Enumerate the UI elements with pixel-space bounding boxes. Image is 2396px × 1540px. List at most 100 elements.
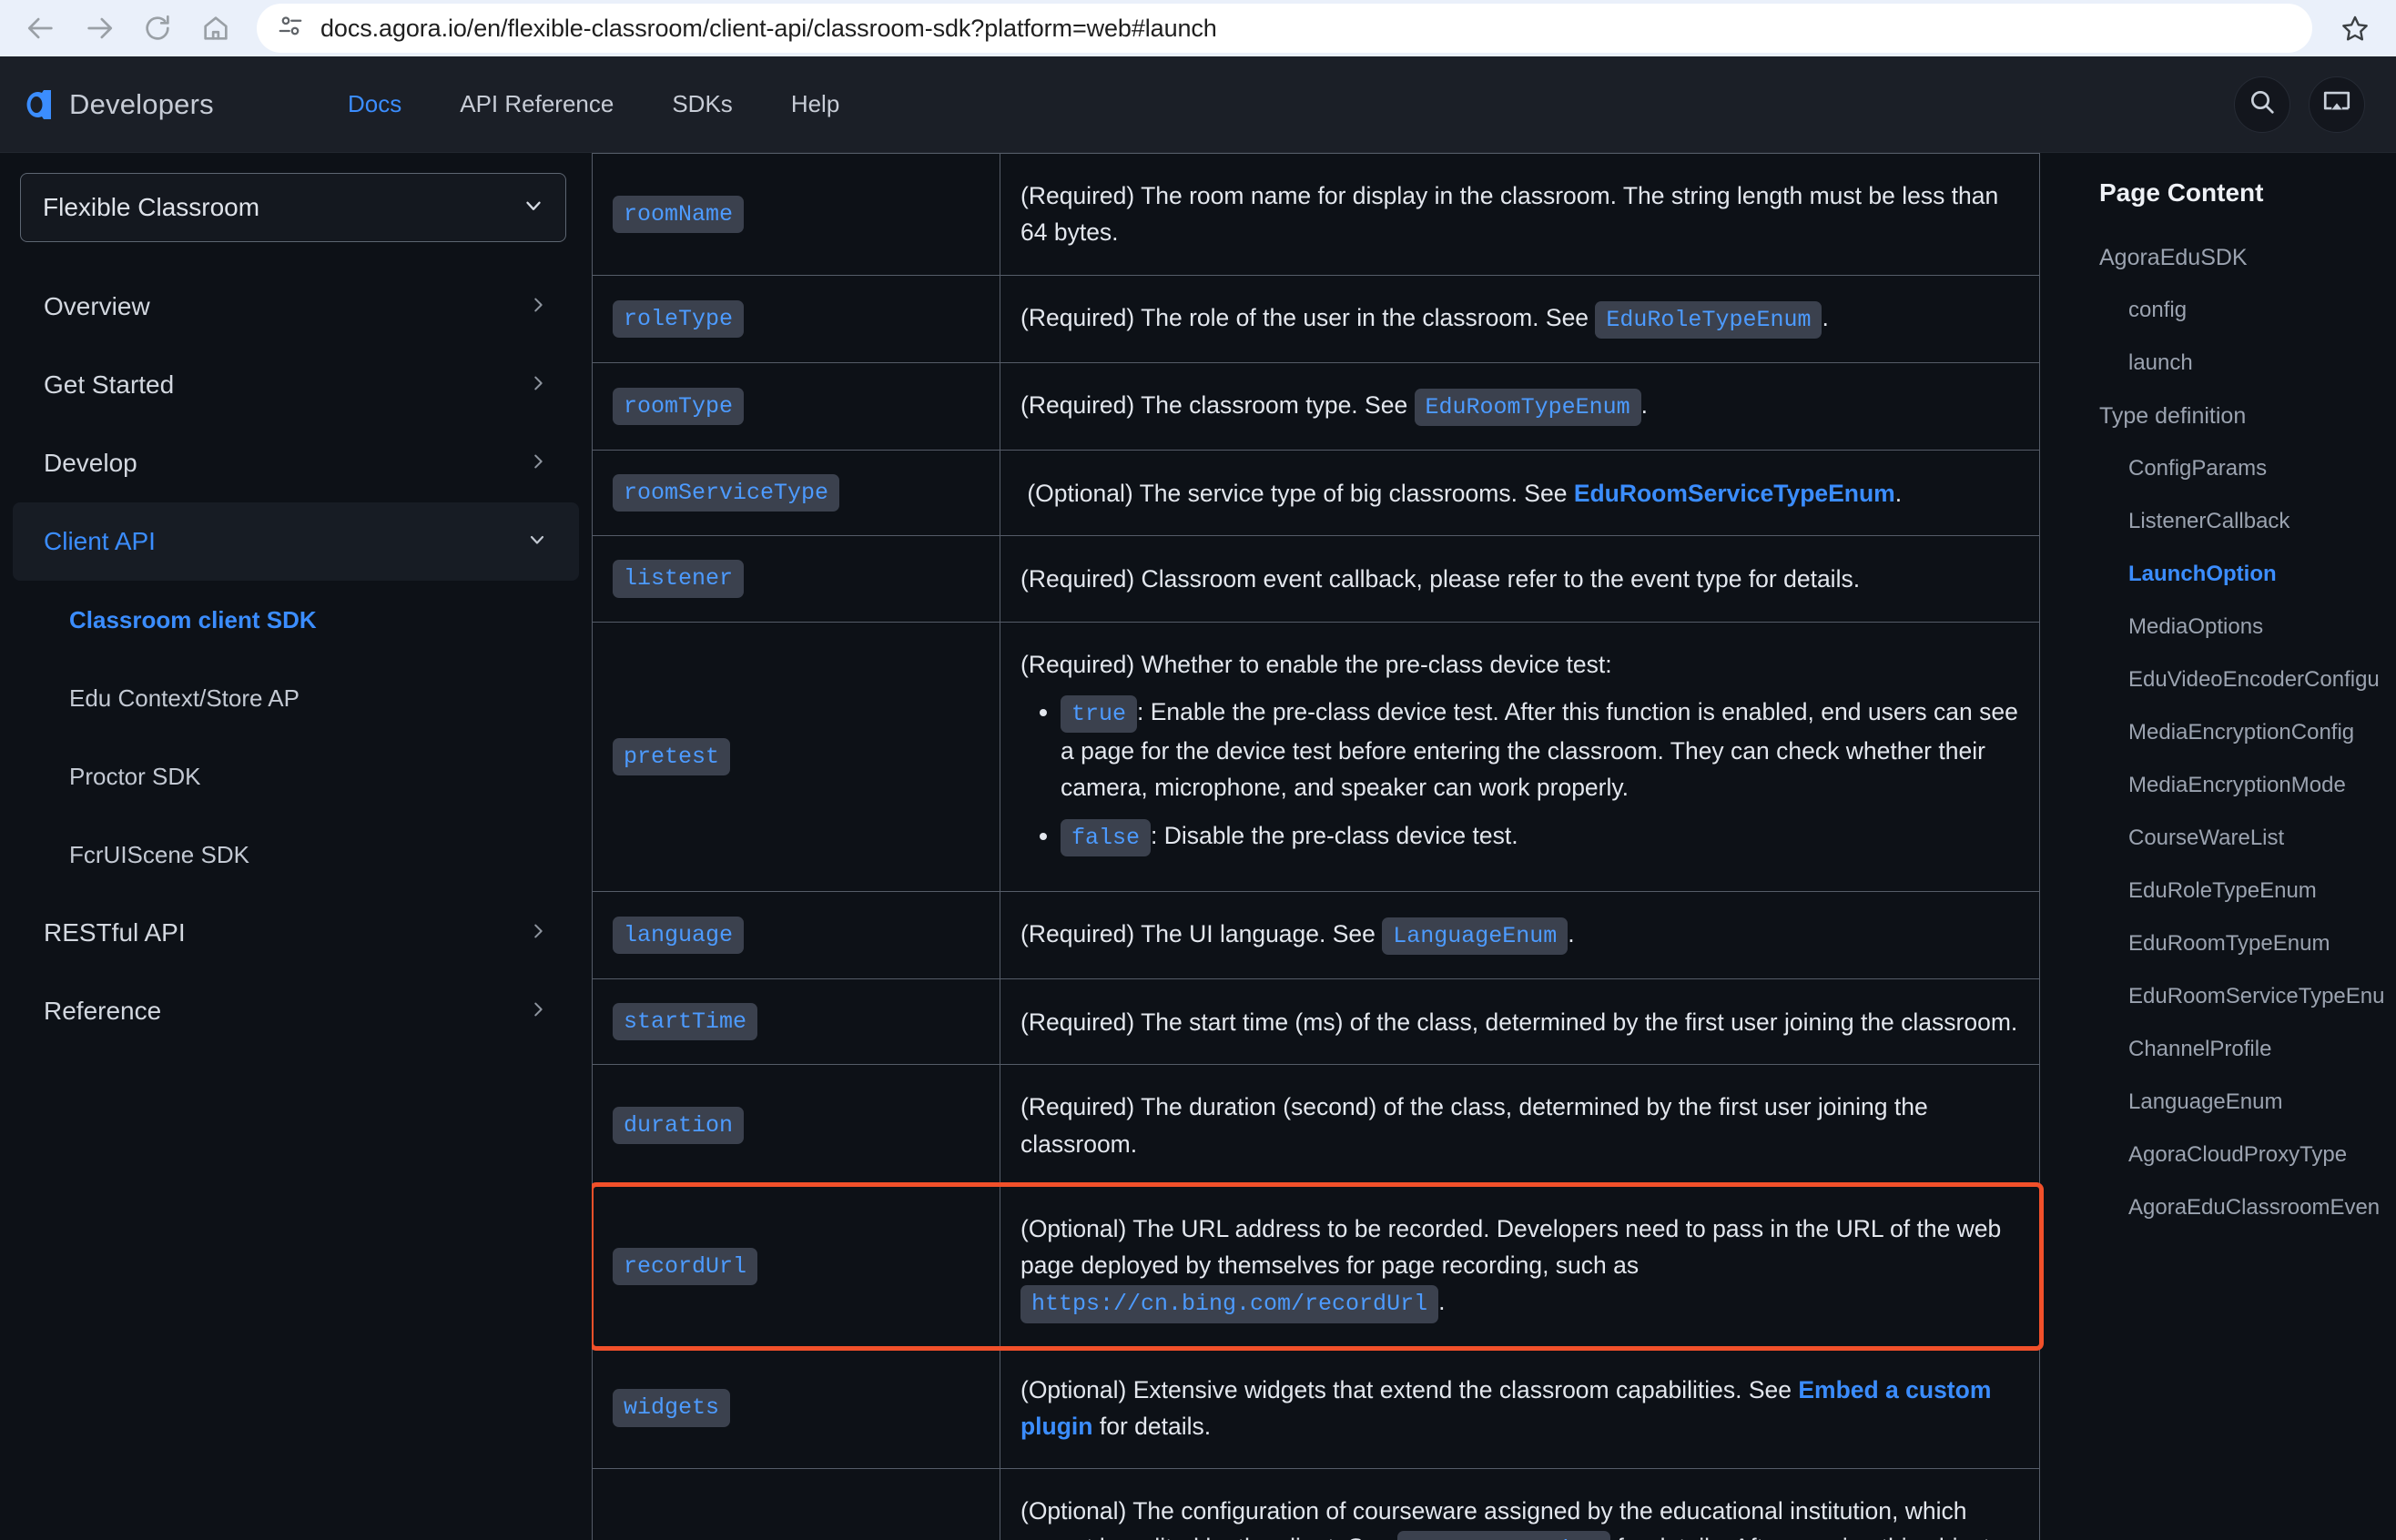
chevron-right-icon: [528, 295, 548, 319]
param-description-cell: (Required) The room name for display in …: [1000, 153, 2040, 276]
sidebar-item-get-started[interactable]: Get Started: [13, 346, 579, 424]
toc-item-label: MediaEncryptionMode: [2128, 773, 2346, 797]
param-description-text: (Required) The UI language. See Language…: [1020, 916, 2019, 956]
site-header: Developers Docs API Reference SDKs Help: [0, 56, 2396, 153]
site-info-icon[interactable]: [277, 13, 304, 45]
inline-code-chip: https://cn.bing.com/recordUrl: [1020, 1285, 1439, 1323]
chevron-down-icon: [522, 194, 545, 222]
inline-link[interactable]: EduRoomServiceTypeEnum: [1574, 480, 1895, 507]
bookmark-star-icon[interactable]: [2330, 4, 2380, 53]
param-name-cell: courseWareList: [592, 1468, 1000, 1540]
main-content: roomName (Required) The room name for dis…: [592, 153, 2076, 1540]
param-description-cell: (Required) Whether to enable the pre-cla…: [1000, 621, 2040, 892]
launch-option-params-table: roomName (Required) The room name for dis…: [592, 153, 2040, 1540]
chevron-right-icon: [528, 999, 548, 1024]
toc-item-type-definition[interactable]: Type definition: [2099, 390, 2396, 442]
page-body: Flexible Classroom Overview Get Started …: [0, 153, 2396, 1540]
toc-item-eduvideoencoderconfigu[interactable]: EduVideoEncoderConfigu: [2099, 653, 2396, 706]
param-name-chip: recordUrl: [613, 1248, 758, 1286]
param-name-cell: pretest: [592, 621, 1000, 892]
param-name-cell: recordUrl: [592, 1185, 1000, 1348]
param-description-text: (Required) The duration (second) of the …: [1020, 1093, 1928, 1158]
brand[interactable]: Developers: [20, 86, 348, 123]
sidebar-item-reference[interactable]: Reference: [13, 972, 579, 1050]
forward-icon[interactable]: [75, 4, 124, 53]
toc-item-agoraedusdk[interactable]: AgoraEduSDK: [2099, 231, 2396, 284]
toc-item-label: EduRoomServiceTypeEnu: [2128, 984, 2385, 1008]
toc-item-label: AgoraCloudProxyType: [2128, 1142, 2348, 1167]
inline-link[interactable]: Embed a custom plugin: [1020, 1376, 1991, 1440]
sidebar-item-classroom-client-sdk[interactable]: Classroom client SDK: [13, 581, 579, 659]
toc-item-label: LanguageEnum: [2128, 1089, 2283, 1114]
nav-sdks[interactable]: SDKs: [672, 90, 732, 118]
param-name-cell: roomName: [592, 153, 1000, 276]
param-name-chip: roomType: [613, 387, 745, 426]
sidebar-item-label: Client API: [44, 527, 156, 555]
sidebar-item-label: Develop: [44, 449, 137, 477]
address-bar[interactable]: docs.agora.io/en/flexible-classroom/clie…: [257, 4, 2312, 53]
table-row: listener (Required) Classroom event callb…: [592, 535, 2040, 623]
table-row: courseWareList (Optional) The configurati…: [592, 1468, 2040, 1540]
table-row: roomName (Required) The room name for dis…: [592, 153, 2040, 276]
toc-item-agoracloudproxytype[interactable]: AgoraCloudProxyType: [2099, 1129, 2396, 1181]
sidebar-item-fcruiscene-sdk[interactable]: FcrUIScene SDK: [13, 816, 579, 894]
param-description-text: (Required) Whether to enable the pre-cla…: [1020, 646, 2019, 856]
param-name-cell: listener: [592, 535, 1000, 623]
toc-item-agoraeduclassroomeven[interactable]: AgoraEduClassroomEven: [2099, 1181, 2396, 1234]
param-description-cell: (Required) The role of the user in the c…: [1000, 274, 2040, 363]
page-content-toc: Page Content AgoraEduSDK config launch Type…: [2076, 153, 2396, 1540]
nav-help[interactable]: Help: [791, 90, 839, 118]
product-selector-label: Flexible Classroom: [43, 193, 260, 221]
sidebar-item-restful-api[interactable]: RESTful API: [13, 894, 579, 972]
param-name-chip: roleType: [613, 299, 745, 338]
toc-item-listenercallback[interactable]: ListenerCallback: [2099, 495, 2396, 548]
param-name-cell: roleType: [592, 274, 1000, 363]
toc-item-config[interactable]: config: [2099, 284, 2396, 337]
nav-api-reference[interactable]: API Reference: [460, 90, 614, 118]
param-description-text: (Required) The start time (ms) of the cl…: [1020, 1008, 2018, 1036]
toc-item-mediaoptions[interactable]: MediaOptions: [2099, 601, 2396, 653]
sidebar-item-develop[interactable]: Develop: [13, 424, 579, 502]
sidebar-item-edu-context-store-ap[interactable]: Edu Context/Store AP: [13, 659, 579, 737]
toc-item-label: EduRoomTypeEnum: [2128, 931, 2330, 956]
inline-code-chip: false: [1061, 818, 1152, 856]
toc-item-launch[interactable]: launch: [2099, 337, 2396, 390]
sidebar-item-label: Overview: [44, 292, 150, 320]
toc-item-label: MediaEncryptionConfig: [2128, 720, 2355, 745]
table-row: roomType (Required) The classroom type. S…: [592, 361, 2040, 451]
cast-screen-icon: [2321, 86, 2352, 122]
toc-item-mediaencryptionmode[interactable]: MediaEncryptionMode: [2099, 759, 2396, 812]
search-icon: [2248, 87, 2277, 121]
toc-item-coursewarelist[interactable]: CourseWareList: [2099, 812, 2396, 865]
toc-item-launchoption[interactable]: LaunchOption: [2099, 548, 2396, 601]
toc-item-configparams[interactable]: ConfigParams: [2099, 442, 2396, 495]
product-selector[interactable]: Flexible Classroom: [20, 173, 566, 242]
search-button[interactable]: [2234, 76, 2290, 133]
inline-code-chip: EduRoomTypeEnum: [1414, 388, 1641, 427]
list-item: false: Disable the pre-class device test…: [1061, 817, 2019, 856]
chevron-down-icon: [526, 529, 548, 555]
toc-item-eduroomservicetypeenu[interactable]: EduRoomServiceTypeEnu: [2099, 970, 2396, 1023]
reload-icon[interactable]: [133, 4, 182, 53]
table-row: recordUrl (Optional) The URL address to b…: [592, 1185, 2040, 1348]
toc-item-label: launch: [2128, 350, 2193, 375]
toc-item-mediaencryptionconfig[interactable]: MediaEncryptionConfig: [2099, 706, 2396, 759]
sidebar-item-client-api[interactable]: Client API: [13, 502, 579, 581]
chevron-right-icon: [528, 921, 548, 946]
home-icon[interactable]: [191, 4, 240, 53]
nav-docs[interactable]: Docs: [348, 90, 401, 118]
back-icon[interactable]: [16, 4, 66, 53]
param-description-cell: (Required) The UI language. See Language…: [1000, 890, 2040, 980]
toc-item-eduroletypeenum[interactable]: EduRoleTypeEnum: [2099, 865, 2396, 917]
sidebar-item-proctor-sdk[interactable]: Proctor SDK: [13, 737, 579, 816]
sidebar-subitem-label: Proctor SDK: [69, 762, 201, 790]
cast-button[interactable]: [2309, 76, 2365, 133]
toc-item-channelprofile[interactable]: ChannelProfile: [2099, 1023, 2396, 1076]
table-row: pretest (Required) Whether to enable the …: [592, 621, 2040, 892]
inline-code-chip: LanguageEnum: [1382, 917, 1569, 956]
toc-item-label: ConfigParams: [2128, 456, 2268, 481]
toc-item-eduroomtypeenum[interactable]: EduRoomTypeEnum: [2099, 917, 2396, 970]
sidebar-subitem-label: Classroom client SDK: [69, 605, 317, 633]
sidebar-item-overview[interactable]: Overview: [13, 268, 579, 346]
toc-item-languageenum[interactable]: LanguageEnum: [2099, 1076, 2396, 1129]
